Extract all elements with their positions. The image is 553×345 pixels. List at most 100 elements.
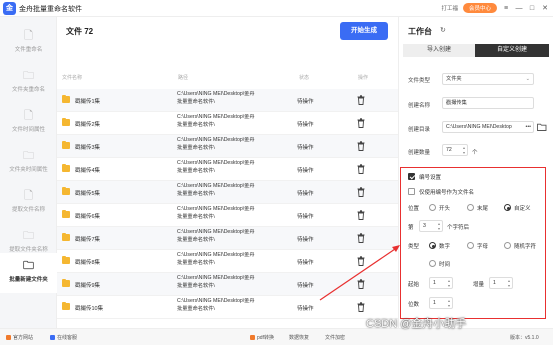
trash-icon[interactable] (357, 118, 365, 128)
file-name: 戳撮传2集 (75, 122, 101, 128)
trash-icon[interactable] (357, 187, 365, 197)
folder-clock-icon: 🗀 (23, 150, 34, 162)
trash-icon[interactable] (357, 95, 365, 105)
file-path: C:\Users\NING MEI\Desktop\金舟 批量重命名软件\ (177, 91, 255, 105)
version-label: 版本：v5.1.0 (510, 335, 539, 341)
folder-icon (62, 209, 70, 218)
table-row[interactable]: 戳撮传1集 C:\Users\NING MEI\Desktop\金舟 批量重命名软… (57, 89, 398, 112)
column-header-status[interactable]: 状态 (299, 74, 309, 81)
menu-icon[interactable]: ≡ (502, 5, 510, 12)
file-extract-icon: 🗋 (24, 190, 33, 202)
table-row[interactable]: 戳撮传7集 C:\Users\NING MEI\Desktop\金舟 批量重命名软… (57, 227, 398, 250)
pdf-icon (250, 335, 255, 340)
file-path: C:\Users\NING MEI\Desktop\金舟 批量重命名软件\ (177, 160, 255, 174)
sidebar-item-label: 文件时间属性 (11, 127, 45, 133)
sidebar-item-file-rename[interactable]: 🗋 文件重命名 (0, 23, 57, 63)
chat-icon (50, 335, 55, 340)
file-name: 戳撮传8集 (75, 260, 101, 266)
status-text: 待操作 (297, 191, 314, 197)
maximize-icon[interactable]: □ (528, 5, 536, 12)
sidebar: 🗋 文件重命名 🗀 文件夹重命名 🗋 文件时间属性 🗀 文件夹时间属性 🗋 提取… (0, 17, 57, 328)
file-path: C:\Users\NING MEI\Desktop\金舟 批量重命名软件\ (177, 275, 255, 289)
table-header: 文件名称 路径 状态 操作 (57, 72, 398, 84)
table-row[interactable]: 戳撮传10集 C:\Users\NING MEI\Desktop\金舟 批量重命名… (57, 296, 398, 319)
table-row[interactable]: 戳撮传6集 C:\Users\NING MEI\Desktop\金舟 批量重命名软… (57, 204, 398, 227)
trash-icon[interactable] (357, 210, 365, 220)
folder-icon (62, 186, 70, 195)
trash-icon[interactable] (357, 256, 365, 266)
column-header-path[interactable]: 路径 (178, 74, 188, 81)
create-name-input[interactable]: 戳撮传集 (442, 97, 534, 109)
trash-icon[interactable] (357, 233, 365, 243)
status-text: 待操作 (297, 306, 314, 312)
trash-icon[interactable] (357, 164, 365, 174)
file-name: 戳撮传1集 (75, 99, 101, 105)
pdf-convert-link[interactable]: pdf转换 (250, 334, 274, 341)
folder-icon (62, 163, 70, 172)
folder-icon: 🗀 (23, 70, 34, 82)
chevron-down-icon: ⌄ (525, 76, 530, 82)
title-bar: 金 金舟批量重命名软件 打工福 会员中心 ≡ — □ ✕ (0, 0, 553, 17)
tab-import-create[interactable]: 导入创建 (403, 44, 475, 57)
data-recovery-link[interactable]: 数据恢复 (289, 334, 309, 341)
folder-icon (62, 140, 70, 149)
tab-custom-create[interactable]: 自定义创建 (475, 44, 549, 57)
sidebar-item-extract-file[interactable]: 🗋 提取文件名称 (0, 183, 57, 223)
table-row[interactable]: 戳撮传9集 C:\Users\NING MEI\Desktop\金舟 批量重命名软… (57, 273, 398, 296)
trash-icon[interactable] (357, 279, 365, 289)
close-icon[interactable]: ✕ (541, 4, 549, 12)
trash-icon[interactable] (357, 302, 365, 312)
file-icon: 🗋 (24, 30, 33, 42)
website-link[interactable]: 官方网站 (6, 334, 33, 341)
file-name: 戳撮传10集 (75, 306, 104, 312)
file-type-select[interactable]: 文件夹 ⌄ (442, 73, 534, 85)
stepper-icon[interactable]: ▴ ▾ (463, 145, 465, 155)
file-name: 戳撮传3集 (75, 145, 101, 151)
panel-title: 工作台 (408, 27, 432, 36)
app-logo-icon: 金 (3, 2, 16, 15)
folder-icon (62, 301, 70, 310)
file-path: C:\Users\NING MEI\Desktop\金舟 批量重命名软件\ (177, 183, 255, 197)
sidebar-item-folder-time[interactable]: 🗀 文件夹时间属性 (0, 143, 57, 183)
create-name-label: 创建名称 (408, 103, 431, 109)
titlebar-controls: 打工福 会员中心 ≡ — □ ✕ (441, 3, 549, 13)
refresh-icon[interactable]: ↻ (440, 26, 446, 34)
vip-center-button[interactable]: 会员中心 (462, 3, 497, 13)
online-consult-link[interactable]: 在线客服 (50, 334, 77, 341)
minimize-icon[interactable]: — (515, 5, 523, 12)
file-name: 戳撮传9集 (75, 283, 101, 289)
file-encrypt-link[interactable]: 文件加密 (325, 334, 345, 341)
browse-dots-icon[interactable]: ••• (524, 122, 531, 132)
trash-icon[interactable] (357, 141, 365, 151)
table-row[interactable]: 戳撮传2集 C:\Users\NING MEI\Desktop\金舟 批量重命名软… (57, 112, 398, 135)
create-count-input[interactable]: 72 ▴ ▾ (442, 144, 468, 156)
file-path: C:\Users\NING MEI\Desktop\金舟 批量重命名软件\ (177, 206, 255, 220)
folder-icon (62, 255, 70, 264)
folder-icon (62, 232, 70, 241)
file-name: 戳撮传7集 (75, 237, 101, 243)
status-text: 待操作 (297, 168, 314, 174)
watermark: CSDN @金舟小助手 (366, 318, 467, 330)
folder-icon (62, 278, 70, 287)
sidebar-item-label: 文件重命名 (14, 47, 43, 53)
open-folder-icon[interactable] (537, 123, 547, 131)
sidebar-item-file-time[interactable]: 🗋 文件时间属性 (0, 103, 57, 143)
file-path: C:\Users\NING MEI\Desktop\金舟 批量重命名软件\ (177, 252, 255, 266)
sidebar-item-new-folder[interactable]: 🗀 批量新建文件夹 (0, 253, 57, 293)
file-path: C:\Users\NING MEI\Desktop\金舟 批量重命名软件\ (177, 114, 255, 128)
table-row[interactable]: 戳撮传4集 C:\Users\NING MEI\Desktop\金舟 批量重命名软… (57, 158, 398, 181)
table-row[interactable]: 戳撮传3集 C:\Users\NING MEI\Desktop\金舟 批量重命名软… (57, 135, 398, 158)
table-row[interactable]: 戳撮传8集 C:\Users\NING MEI\Desktop\金舟 批量重命名软… (57, 250, 398, 273)
folder-icon (62, 117, 70, 126)
highlight-box (400, 167, 546, 319)
create-count-label: 创建数量 (408, 150, 431, 156)
sidebar-item-label: 批量新建文件夹 (9, 277, 48, 283)
column-header-name[interactable]: 文件名称 (62, 74, 82, 81)
create-dir-input[interactable]: C:\Users\NING MEI\Desktop ••• (442, 121, 534, 133)
table-row[interactable]: 戳撮传5集 C:\Users\NING MEI\Desktop\金舟 批量重命名软… (57, 181, 398, 204)
sidebar-item-folder-rename[interactable]: 🗀 文件夹重命名 (0, 63, 57, 103)
customer-service-link[interactable]: 打工福 (441, 4, 458, 12)
sidebar-item-label: 提取文件名称 (11, 207, 45, 213)
create-dir-label: 创建目录 (408, 127, 431, 133)
start-generate-button[interactable]: 开始生成 (340, 22, 388, 40)
